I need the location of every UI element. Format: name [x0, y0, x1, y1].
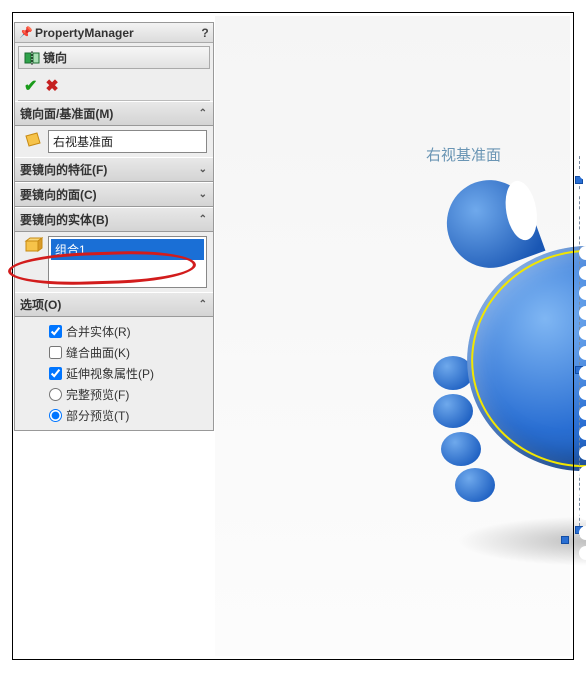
- stamp-border-right: [568, 0, 586, 672]
- stamp-border-bottom: [0, 654, 586, 672]
- stamp-border-left: [0, 0, 18, 672]
- stamp-border-top: [0, 0, 586, 18]
- image-border: [12, 12, 574, 660]
